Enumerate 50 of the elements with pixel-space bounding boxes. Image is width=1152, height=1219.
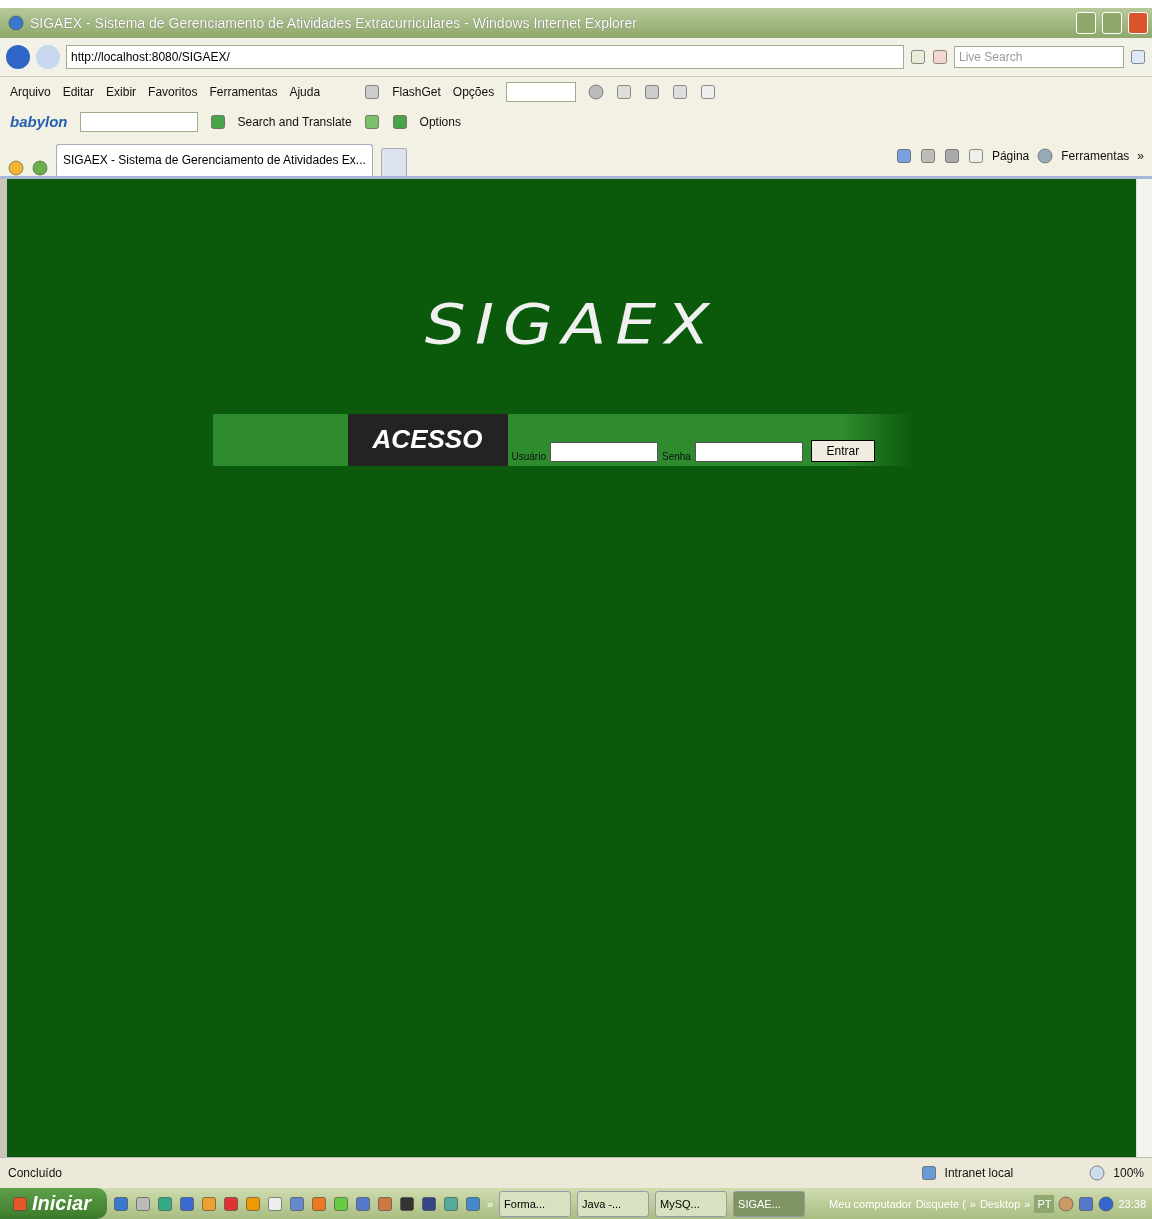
translate-field[interactable] [79,111,198,132]
search-field[interactable]: Live Search [954,45,1124,68]
status-text: Concluído [8,1166,63,1181]
menu-item[interactable]: Ajuda [289,84,321,99]
tools-menu[interactable]: Ferramentas [1061,149,1130,164]
menu-item[interactable]: Ferramentas [209,84,278,99]
page-menu[interactable]: Página [991,149,1030,164]
address-field[interactable]: http://localhost:8080/SIGAEX/ [66,44,904,69]
minimize-button[interactable] [1076,11,1096,34]
username-field[interactable] [549,441,658,462]
taskbar-button[interactable]: Java -... [577,1190,650,1217]
toolbar-field[interactable] [506,81,577,102]
field-label: Senha [661,450,691,462]
login-button[interactable]: Entrar [810,439,875,462]
menu-item[interactable]: Editar [62,84,95,99]
security-zone: Intranet local [944,1166,1014,1181]
app-icon[interactable] [398,1195,415,1212]
login-heading: ACESSO [347,413,508,466]
back-button[interactable] [6,44,30,69]
more-button[interactable]: » [1137,149,1144,164]
menu-item[interactable]: Favoritos [148,84,198,99]
app-icon[interactable] [222,1195,239,1212]
zoom-level[interactable]: 100% [1113,1166,1144,1181]
menu-item[interactable]: Exibir [106,84,137,99]
flashget-button[interactable]: FlashGet [392,84,441,99]
clock: 23:38 [1118,1197,1146,1210]
app-icon[interactable] [420,1195,437,1212]
app-icon[interactable] [464,1195,481,1212]
options-button[interactable]: Options [419,114,461,129]
new-tab-button[interactable] [380,147,407,176]
close-button[interactable] [1128,11,1148,34]
app-icon[interactable] [178,1195,195,1212]
app-icon[interactable] [354,1195,371,1212]
password-field[interactable] [694,441,803,462]
site-logo: SIGAEX [424,290,719,356]
translate-button[interactable]: Search and Translate [237,114,352,129]
app-icon[interactable] [112,1195,129,1212]
taskbar-button[interactable]: Forma... [499,1190,572,1217]
app-icon[interactable] [376,1195,393,1212]
scrollbar[interactable] [1136,178,1152,1158]
taskbar-button[interactable]: MySQ... [655,1190,728,1217]
start-button[interactable]: Iniciar [0,1188,107,1219]
field-label: Usuário [511,450,546,462]
menu-item[interactable]: Arquivo [10,84,51,99]
maximize-button[interactable] [1102,11,1122,34]
app-icon[interactable] [288,1195,305,1212]
options-button[interactable]: Opções [452,84,495,99]
browser-tab[interactable]: SIGAEX - Sistema de Gerenciamento de Atividades Ex... [56,143,373,176]
window-title: SIGAEX - Sistema de Gerenciamento de Atividades Extracurriculares - Windows Internet Explorer [30,14,638,31]
babylon-logo: babylon [10,113,68,131]
